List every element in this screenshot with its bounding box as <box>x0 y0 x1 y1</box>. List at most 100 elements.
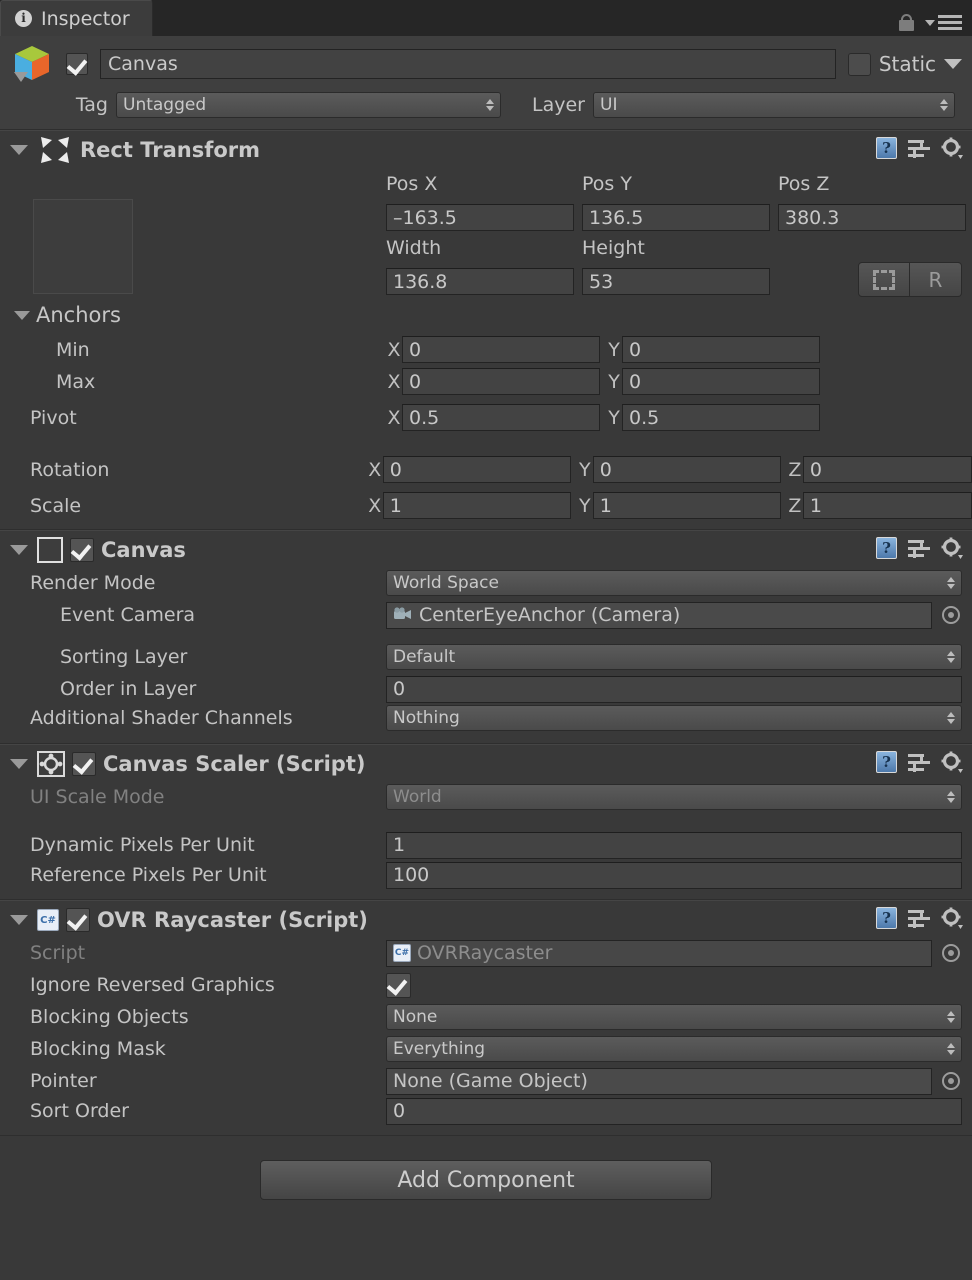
rotation-y-input[interactable]: 0 <box>593 456 781 483</box>
rotation-axis-x-label: X <box>367 459 383 481</box>
foldout-arrow-icon[interactable] <box>10 759 28 769</box>
lock-icon[interactable] <box>899 14 914 31</box>
blocking-mask-row: Blocking Mask Everything <box>0 1033 972 1065</box>
anchor-preset-box[interactable] <box>33 199 133 294</box>
canvas-enabled-checkbox[interactable] <box>70 538 94 562</box>
help-book-icon[interactable]: ? <box>876 907 897 929</box>
pointer-picker-icon[interactable] <box>942 1072 960 1090</box>
foldout-arrow-icon[interactable] <box>10 145 28 155</box>
anchors-foldout[interactable]: Anchors <box>14 303 121 327</box>
tag-dropdown[interactable]: Untagged <box>116 92 501 118</box>
ignore-reversed-graphics-label: Ignore Reversed Graphics <box>0 974 386 996</box>
ignore-reversed-graphics-checkbox[interactable] <box>386 973 411 998</box>
foldout-arrow-icon[interactable] <box>10 915 28 925</box>
scale-x-input[interactable]: 1 <box>383 492 571 519</box>
reference-pixels-per-unit-input[interactable]: 100 <box>386 862 962 889</box>
event-camera-field[interactable]: CenterEyeAnchor (Camera) <box>386 602 932 629</box>
blocking-mask-dropdown[interactable]: Everything <box>386 1036 962 1062</box>
gameobject-enabled-checkbox[interactable] <box>66 53 88 75</box>
size-inputs: 136.8 53 <box>386 268 770 295</box>
anchor-max-y-input[interactable]: 0 <box>622 368 820 395</box>
inspector-window: i Inspector Canvas <box>0 0 972 1280</box>
sorting-layer-dropdown[interactable]: Default <box>386 644 962 670</box>
gameobject-cube-icon[interactable] <box>10 42 54 86</box>
ovr-raycaster-header[interactable]: C# OVR Raycaster (Script) ? <box>0 901 972 937</box>
pivot-y-input[interactable]: 0.5 <box>622 404 820 431</box>
rotation-x-input[interactable]: 0 <box>383 456 571 483</box>
csharp-script-icon: C# <box>393 944 411 962</box>
ovr-raycaster-title: OVR Raycaster (Script) <box>97 908 368 932</box>
sort-order-row: Sort Order 0 <box>0 1097 972 1129</box>
tab-label: Inspector <box>41 8 130 30</box>
pos-x-input[interactable]: –163.5 <box>386 204 574 231</box>
additional-shader-channels-row: Additional Shader Channels Nothing <box>0 705 972 737</box>
sort-order-input[interactable]: 0 <box>386 1098 962 1125</box>
static-checkbox[interactable] <box>848 53 871 76</box>
component-ovr-raycaster: C# OVR Raycaster (Script) ? <box>0 900 972 1136</box>
pos-z-input[interactable]: 380.3 <box>778 204 966 231</box>
static-dropdown-icon[interactable] <box>944 59 962 69</box>
layer-label: Layer <box>509 94 585 116</box>
pointer-field[interactable]: None (Game Object) <box>386 1068 932 1095</box>
preset-icon[interactable] <box>908 908 930 928</box>
raw-mode-button[interactable]: R <box>910 262 962 297</box>
position-inputs: –163.5 136.5 380.3 <box>386 204 966 231</box>
ovr-raycaster-header-icons: ? <box>876 907 963 929</box>
layer-dropdown[interactable]: UI <box>593 92 955 118</box>
rect-transform-header[interactable]: Rect Transform ? <box>0 131 972 167</box>
gear-icon[interactable] <box>941 137 963 159</box>
anchor-max-x-input[interactable]: 0 <box>402 368 600 395</box>
sort-order-label: Sort Order <box>0 1100 386 1122</box>
ovr-raycaster-enabled-checkbox[interactable] <box>66 908 90 932</box>
pos-y-input[interactable]: 136.5 <box>582 204 770 231</box>
additional-shader-channels-dropdown[interactable]: Nothing <box>386 705 962 731</box>
anchors-foldout-arrow-icon[interactable] <box>14 311 30 320</box>
rotation-axis-y-label: Y <box>577 459 593 481</box>
pos-z-label: Pos Z <box>778 173 966 195</box>
csharp-script-icon: C# <box>37 909 59 931</box>
blueprint-mode-icon[interactable] <box>858 262 910 297</box>
rect-transform-anchor-icon <box>37 135 73 165</box>
ui-scale-mode-dropdown: World <box>386 784 962 810</box>
tab-inspector[interactable]: i Inspector <box>0 0 153 36</box>
anchor-min-x-input[interactable]: 0 <box>402 336 600 363</box>
canvas-square-icon <box>37 537 63 563</box>
gear-icon[interactable] <box>941 907 963 929</box>
width-input[interactable]: 136.8 <box>386 268 574 295</box>
pivot-label: Pivot <box>0 407 386 429</box>
help-book-icon[interactable]: ? <box>876 137 897 159</box>
render-mode-dropdown[interactable]: World Space <box>386 570 962 596</box>
hamburger-menu-icon[interactable] <box>925 15 962 30</box>
preset-icon[interactable] <box>908 138 930 158</box>
gameobject-name-input[interactable]: Canvas <box>100 49 836 79</box>
gear-icon[interactable] <box>941 537 963 559</box>
help-book-icon[interactable]: ? <box>876 537 897 559</box>
render-mode-value: World Space <box>393 573 499 593</box>
order-in-layer-row: Order in Layer 0 <box>0 673 972 705</box>
preset-icon[interactable] <box>908 752 930 772</box>
event-camera-picker-icon[interactable] <box>942 606 960 624</box>
help-book-icon[interactable]: ? <box>876 751 897 773</box>
scale-axis-y-label: Y <box>577 495 593 517</box>
pivot-x-input[interactable]: 0.5 <box>402 404 600 431</box>
canvas-scaler-enabled-checkbox[interactable] <box>72 752 96 776</box>
preset-icon[interactable] <box>908 538 930 558</box>
size-labels: Width Height <box>386 237 770 259</box>
dynamic-pixels-per-unit-input[interactable]: 1 <box>386 832 962 859</box>
ui-scale-mode-row: UI Scale Mode World <box>0 781 972 813</box>
canvas-header[interactable]: Canvas ? <box>0 531 972 567</box>
pivot-axis-x-label: X <box>386 407 402 429</box>
scale-z-input[interactable]: 1 <box>803 492 972 519</box>
gear-icon[interactable] <box>941 751 963 773</box>
rotation-z-input[interactable]: 0 <box>803 456 972 483</box>
script-label: Script <box>0 942 386 964</box>
canvas-scaler-header[interactable]: Canvas Scaler (Script) ? <box>0 745 972 781</box>
height-input[interactable]: 53 <box>582 268 770 295</box>
scale-y-input[interactable]: 1 <box>593 492 781 519</box>
anchor-min-y-input[interactable]: 0 <box>622 336 820 363</box>
min-axis-y-label: Y <box>606 339 622 361</box>
blocking-objects-dropdown[interactable]: None <box>386 1004 962 1030</box>
add-component-button[interactable]: Add Component <box>260 1160 712 1200</box>
foldout-arrow-icon[interactable] <box>10 545 28 555</box>
order-in-layer-input[interactable]: 0 <box>386 676 962 703</box>
